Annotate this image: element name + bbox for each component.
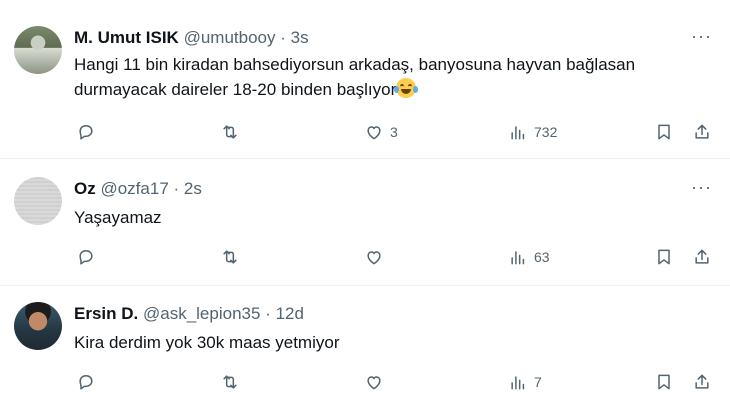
like-button[interactable]: 3 — [364, 118, 398, 146]
tweet-text-line: Hangi 11 bin kiradan bahsediyorsun arkad… — [74, 55, 636, 74]
tweet-actions: 63 — [74, 243, 718, 273]
like-icon — [367, 251, 381, 265]
share-button[interactable] — [692, 243, 712, 271]
bookmark-icon — [658, 374, 670, 390]
views-icon — [511, 126, 525, 140]
like-icon — [367, 126, 381, 140]
views-count: 732 — [534, 124, 558, 140]
avatar[interactable] — [14, 26, 62, 74]
like-button[interactable] — [364, 368, 384, 396]
separator: · — [173, 179, 180, 198]
tweet-actions: 3 732 — [74, 118, 718, 148]
views-count: 7 — [534, 374, 542, 390]
like-icon — [367, 376, 381, 390]
tweet-header: Oz @ozfa17 · 2s — [74, 179, 202, 199]
bookmark-icon — [658, 249, 670, 265]
bookmark-button[interactable] — [654, 118, 674, 146]
author-handle[interactable]: @umutbooy — [184, 28, 276, 47]
reply-button[interactable] — [76, 118, 96, 146]
views-icon — [511, 251, 525, 265]
share-icon — [695, 374, 709, 389]
bookmark-icon — [658, 124, 670, 140]
share-icon — [695, 249, 709, 264]
tweet-text: Kira derdim yok 30k maas yetmiyor — [74, 330, 704, 355]
avatar[interactable] — [14, 177, 62, 225]
author-handle[interactable]: @ozfa17 — [100, 179, 168, 198]
views-button[interactable]: 63 — [508, 243, 550, 271]
tweet-text: Yaşayamaz — [74, 205, 704, 230]
author-handle[interactable]: @ask_lepion35 — [143, 304, 260, 323]
tweet-actions: 7 — [74, 368, 718, 398]
face-with-tears-of-joy-icon — [394, 78, 419, 98]
author-name[interactable]: Oz — [74, 179, 96, 198]
like-count: 3 — [390, 124, 398, 140]
reply-button[interactable] — [76, 243, 96, 271]
share-button[interactable] — [692, 118, 712, 146]
views-count: 63 — [534, 249, 550, 265]
tweet-header: M. Umut ISIK @umutbooy · 3s — [74, 28, 309, 48]
tweet-text-line: Yaşayamaz — [74, 208, 162, 227]
views-icon — [511, 376, 525, 390]
tweet-text: Hangi 11 bin kiradan bahsediyorsun arkad… — [74, 52, 704, 102]
tweet-header: Ersin D. @ask_lepion35 · 12d — [74, 304, 304, 324]
bookmark-button[interactable] — [654, 368, 674, 396]
tweet-text-segment: durmayacak daireler 18-20 binden başlıyo… — [74, 80, 397, 99]
retweet-icon — [223, 125, 237, 139]
reply-icon — [79, 375, 93, 390]
separator: · — [265, 304, 271, 323]
views-button[interactable]: 7 — [508, 368, 542, 396]
retweet-button[interactable] — [220, 368, 240, 396]
timestamp[interactable]: 3s — [291, 28, 309, 47]
reply-button[interactable] — [76, 368, 96, 396]
tweet-text-line: durmayacak daireler 18-20 binden başlıyo… — [74, 77, 704, 102]
more-icon[interactable]: ··· — [691, 26, 712, 47]
timestamp[interactable]: 2s — [184, 179, 202, 198]
retweet-button[interactable] — [220, 243, 240, 271]
author-name[interactable]: Ersin D. — [74, 304, 138, 323]
tweet-text-line: Kira derdim yok 30k maas yetmiyor — [74, 333, 340, 352]
tweet-2[interactable]: Oz @ozfa17 · 2s ··· Yaşayamaz 63 — [0, 159, 730, 285]
share-button[interactable] — [692, 368, 712, 396]
tweet-3[interactable]: Ersin D. @ask_lepion35 · 12d Kira derdim… — [0, 286, 730, 420]
reply-icon — [79, 250, 93, 265]
separator: · — [280, 28, 286, 47]
timestamp[interactable]: 12d — [276, 304, 304, 323]
author-name[interactable]: M. Umut ISIK — [74, 28, 179, 47]
bookmark-button[interactable] — [654, 243, 674, 271]
avatar[interactable] — [14, 302, 62, 350]
like-button[interactable] — [364, 243, 384, 271]
views-button[interactable]: 732 — [508, 118, 557, 146]
retweet-icon — [223, 375, 237, 389]
share-icon — [695, 124, 709, 139]
reply-icon — [79, 125, 93, 140]
more-icon[interactable]: ··· — [691, 177, 712, 198]
retweet-button[interactable] — [220, 118, 240, 146]
tweet-1[interactable]: M. Umut ISIK @umutbooy · 3s ··· Hangi 11… — [0, 0, 730, 158]
retweet-icon — [223, 250, 237, 264]
